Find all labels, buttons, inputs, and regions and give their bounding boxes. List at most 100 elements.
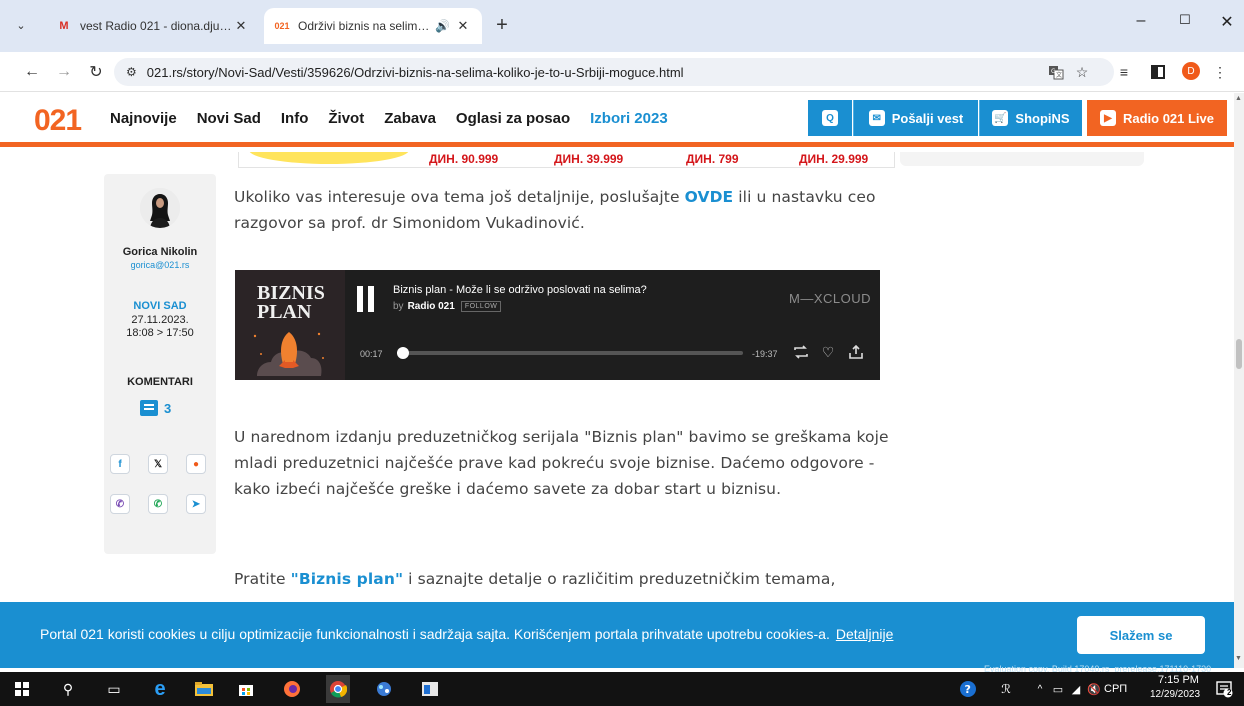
- address-bar[interactable]: ⚙ 021.rs/story/Novi-Sad/Vesti/359626/Odr…: [114, 58, 1114, 86]
- x-icon[interactable]: 𝕏: [148, 454, 168, 474]
- nav-zivot[interactable]: Život: [328, 110, 364, 127]
- scroll-down-arrow-icon[interactable]: ▼: [1235, 655, 1242, 662]
- back-arrow-icon[interactable]: ←: [20, 60, 44, 84]
- nav-najnovije[interactable]: Najnovije: [110, 110, 177, 127]
- biznis-plan-link[interactable]: "Biznis plan": [291, 570, 403, 588]
- follow-button[interactable]: FOLLOW: [460, 301, 502, 312]
- paragraph-text: U narednom izdanju preduzetničkog serija…: [234, 428, 889, 498]
- close-window-button[interactable]: ✕: [1212, 12, 1242, 32]
- track-artist-line: by Radio 021 FOLLOW: [393, 301, 502, 312]
- shopins-button[interactable]: 🛒 ShopiNS: [979, 100, 1082, 136]
- tab-title: vest Radio 021 - diona.djurdjev: [80, 19, 232, 33]
- nav-novi-sad[interactable]: Novi Sad: [197, 110, 261, 127]
- artist-link[interactable]: Radio 021: [408, 301, 455, 312]
- site-info-icon[interactable]: ⚙: [126, 65, 137, 79]
- people-icon[interactable]: ℛ: [994, 678, 1018, 700]
- tab-title: Održivi biznis na selima - ko: [298, 19, 432, 33]
- nav-zabava[interactable]: Zabava: [384, 110, 436, 127]
- cookie-details-link[interactable]: Detaljnije: [836, 626, 894, 642]
- new-tab-button[interactable]: +: [490, 14, 514, 36]
- nav-izbori-2023[interactable]: Izbori 2023: [590, 110, 668, 127]
- posalji-vest-button[interactable]: ✉ Pošalji vest: [853, 100, 978, 136]
- cookie-text: Portal 021 koristi cookies u cilju optim…: [40, 626, 830, 642]
- help-icon[interactable]: ?: [956, 678, 980, 700]
- forward-arrow-icon[interactable]: →: [52, 60, 76, 84]
- ad-price: ДИН. 29.999: [799, 152, 869, 166]
- clock-time[interactable]: 7:15 PM: [1158, 674, 1199, 686]
- window-app-icon[interactable]: [418, 678, 442, 700]
- shopins-label: ShopiNS: [1015, 110, 1070, 126]
- tab-gmail[interactable]: M vest Radio 021 - diona.djurdjev ✕: [46, 8, 260, 44]
- svg-text:文: 文: [1056, 71, 1062, 79]
- edge-browser-icon[interactable]: e: [148, 678, 172, 700]
- comments-count: 3: [164, 400, 172, 416]
- close-tab-icon[interactable]: ✕: [454, 18, 472, 34]
- tab-021-article[interactable]: 021 Održivi biznis na selima - ko 🔊 ✕: [264, 8, 482, 44]
- input-language[interactable]: СРП: [1104, 683, 1127, 695]
- advertisement-banner[interactable]: ДИН. 90.999 ДИН. 39.999 ДИН. 799 ДИН. 29…: [238, 152, 895, 168]
- article-date: 27.11.2023.: [131, 314, 189, 326]
- heart-icon[interactable]: ♡: [819, 344, 837, 360]
- progress-handle[interactable]: [397, 347, 409, 359]
- windows-start-icon[interactable]: [10, 678, 34, 700]
- radio-live-button[interactable]: ▶ Radio 021 Live: [1087, 100, 1227, 136]
- volume-mute-icon[interactable]: 🔇: [1082, 678, 1106, 700]
- scrollbar-thumb[interactable]: [1236, 339, 1242, 369]
- gmail-icon: M: [59, 20, 69, 32]
- share-icon[interactable]: [847, 344, 865, 360]
- repost-icon[interactable]: [792, 344, 810, 360]
- firefox-icon[interactable]: [280, 678, 304, 700]
- reload-icon[interactable]: ↻: [84, 60, 108, 84]
- maximize-button[interactable]: ☐: [1170, 12, 1200, 28]
- article-location[interactable]: NOVI SAD: [104, 300, 216, 312]
- mixcloud-player: BIZNIS PLAN Biznis plan - Može li se održ…: [235, 270, 880, 380]
- comments-link[interactable]: 3: [140, 400, 171, 416]
- profile-avatar[interactable]: D: [1182, 62, 1200, 80]
- site-header: 021 Najnovije Novi Sad Info Život Zabava…: [0, 93, 1234, 147]
- audio-playing-icon[interactable]: 🔊: [435, 19, 450, 33]
- search-icon: Q: [822, 110, 838, 126]
- ad-price: ДИН. 90.999: [429, 152, 499, 166]
- close-tab-icon[interactable]: ✕: [232, 18, 250, 34]
- track-title[interactable]: Biznis plan - Može li se održivo poslova…: [393, 284, 647, 296]
- svg-text:?: ?: [965, 683, 971, 696]
- reddit-icon[interactable]: ●: [186, 454, 206, 474]
- search-icon[interactable]: ⚲: [56, 678, 80, 700]
- cookie-accept-button[interactable]: Slažem se: [1077, 616, 1205, 654]
- progress-track[interactable]: [397, 347, 743, 359]
- whatsapp-icon[interactable]: ✆: [148, 494, 168, 514]
- file-explorer-icon[interactable]: [192, 678, 216, 700]
- translate-icon[interactable]: G文: [1044, 61, 1068, 83]
- pause-button[interactable]: [357, 286, 375, 312]
- telegram-icon[interactable]: ➤: [186, 494, 206, 514]
- ad-price: ДИН. 39.999: [554, 152, 624, 166]
- task-view-icon[interactable]: ▭: [102, 678, 126, 700]
- cover-title: BIZNIS PLAN: [257, 282, 325, 323]
- browser-toolbar: ← → ↻ ⚙ 021.rs/story/Novi-Sad/Vesti/3596…: [0, 52, 1244, 92]
- notifications-icon[interactable]: 2: [1212, 678, 1236, 700]
- mixcloud-logo[interactable]: M—XCLOUD: [789, 291, 871, 306]
- author-email[interactable]: gorica@021.rs: [104, 260, 216, 270]
- clock-date[interactable]: 12/29/2023: [1150, 689, 1200, 700]
- facebook-icon[interactable]: f: [110, 454, 130, 474]
- nav-info[interactable]: Info: [281, 110, 309, 127]
- site-logo[interactable]: 021: [34, 104, 82, 138]
- ovde-link[interactable]: OVDE: [685, 188, 734, 206]
- app-icon[interactable]: [372, 678, 396, 700]
- chrome-icon[interactable]: [326, 675, 350, 703]
- page-scrollbar[interactable]: ▲ ▼: [1234, 93, 1244, 668]
- scroll-up-arrow-icon[interactable]: ▲: [1235, 95, 1242, 102]
- more-menu-icon[interactable]: ⋮: [1208, 61, 1232, 83]
- search-button[interactable]: Q: [808, 100, 852, 136]
- nav-oglasi[interactable]: Oglasi za posao: [456, 110, 570, 127]
- side-panel-icon[interactable]: [1146, 61, 1170, 83]
- bookmark-star-icon[interactable]: ☆: [1070, 61, 1094, 83]
- minimize-button[interactable]: –: [1126, 12, 1156, 30]
- viber-icon[interactable]: ✆: [110, 494, 130, 514]
- tab-search-button[interactable]: ⌄: [8, 12, 34, 38]
- author-avatar[interactable]: [140, 188, 180, 228]
- store-icon[interactable]: [234, 678, 258, 700]
- author-name[interactable]: Gorica Nikolin: [104, 246, 216, 258]
- podcast-cover-art[interactable]: BIZNIS PLAN: [235, 270, 345, 380]
- reading-list-icon[interactable]: ≡: [1112, 61, 1136, 83]
